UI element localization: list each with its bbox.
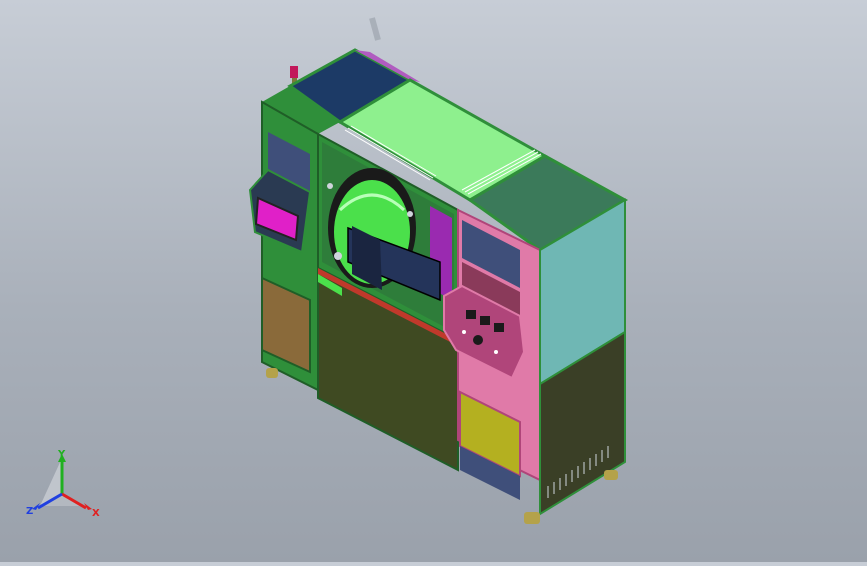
indicator-light [462,330,466,334]
control-knob[interactable] [473,335,483,345]
y-axis-label: Y [57,449,66,460]
door-bolt [327,183,333,189]
caster-wheel [604,470,618,480]
door-bolt [407,211,413,217]
caster-wheel [524,512,540,524]
background-artifact [369,17,381,41]
orientation-triad[interactable]: Y X Z [22,448,108,524]
z-axis-label: Z [26,506,33,517]
x-axis-label: X [92,508,100,519]
caster-wheel [266,368,278,378]
cad-viewport[interactable] [0,0,867,562]
door-bolt [334,252,342,260]
machine-model[interactable] [0,0,867,562]
indicator-light [494,350,498,354]
